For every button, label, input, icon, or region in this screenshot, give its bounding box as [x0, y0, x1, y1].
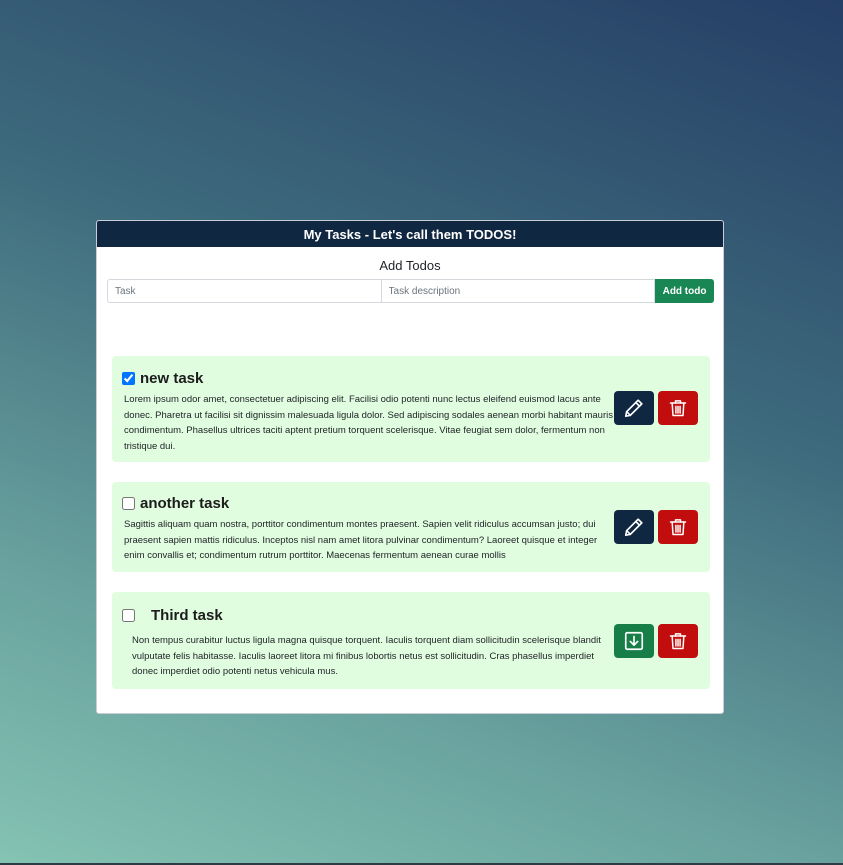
- todo-description: Non tempus curabitur luctus ligula magna…: [132, 635, 601, 677]
- save-icon: [624, 631, 644, 651]
- todo-item: new task Lorem ipsum odor amet, consecte…: [112, 356, 710, 462]
- delete-button[interactable]: [658, 391, 698, 425]
- todo-title-row: another task: [122, 495, 229, 512]
- todo-item: Third task Non tempus curabitur luctus l…: [112, 592, 710, 689]
- page-title: My Tasks - Let's call them TODOS!: [303, 226, 517, 242]
- trash-icon: [669, 400, 687, 417]
- save-button[interactable]: [614, 624, 654, 658]
- todo-title: new task: [140, 370, 204, 387]
- delete-button[interactable]: [658, 624, 698, 658]
- add-todos-title: Add Todos: [379, 258, 441, 273]
- todo-checkbox[interactable]: [122, 372, 135, 385]
- delete-button[interactable]: [658, 510, 698, 544]
- trash-icon: [669, 519, 687, 536]
- todo-title: another task: [140, 495, 230, 512]
- pencil-icon: [624, 518, 643, 537]
- pencil-icon: [624, 399, 643, 418]
- todo-checkbox[interactable]: [122, 497, 135, 510]
- add-todo-form: Add todo: [107, 279, 714, 303]
- card-header: My Tasks - Let's call them TODOS!: [97, 221, 723, 247]
- todo-checkbox[interactable]: [122, 609, 135, 622]
- edit-button[interactable]: [614, 391, 654, 425]
- edit-button[interactable]: [614, 510, 654, 544]
- todo-title-row: new task: [122, 370, 203, 387]
- todo-title: Third task: [151, 607, 223, 624]
- task-input[interactable]: [107, 279, 382, 303]
- todo-card: My Tasks - Let's call them TODOS! Add To…: [96, 220, 724, 714]
- todo-description: Sagittis aliquam quam nostra, porttitor …: [124, 519, 598, 561]
- todo-item: another task Sagittis aliquam quam nostr…: [112, 482, 710, 572]
- todo-description: Lorem ipsum odor amet, consectetuer adip…: [124, 394, 613, 452]
- task-description-input[interactable]: [381, 279, 656, 303]
- add-todo-button[interactable]: Add todo: [655, 279, 714, 303]
- todo-title-row: Third task: [122, 607, 223, 624]
- trash-icon: [669, 633, 687, 650]
